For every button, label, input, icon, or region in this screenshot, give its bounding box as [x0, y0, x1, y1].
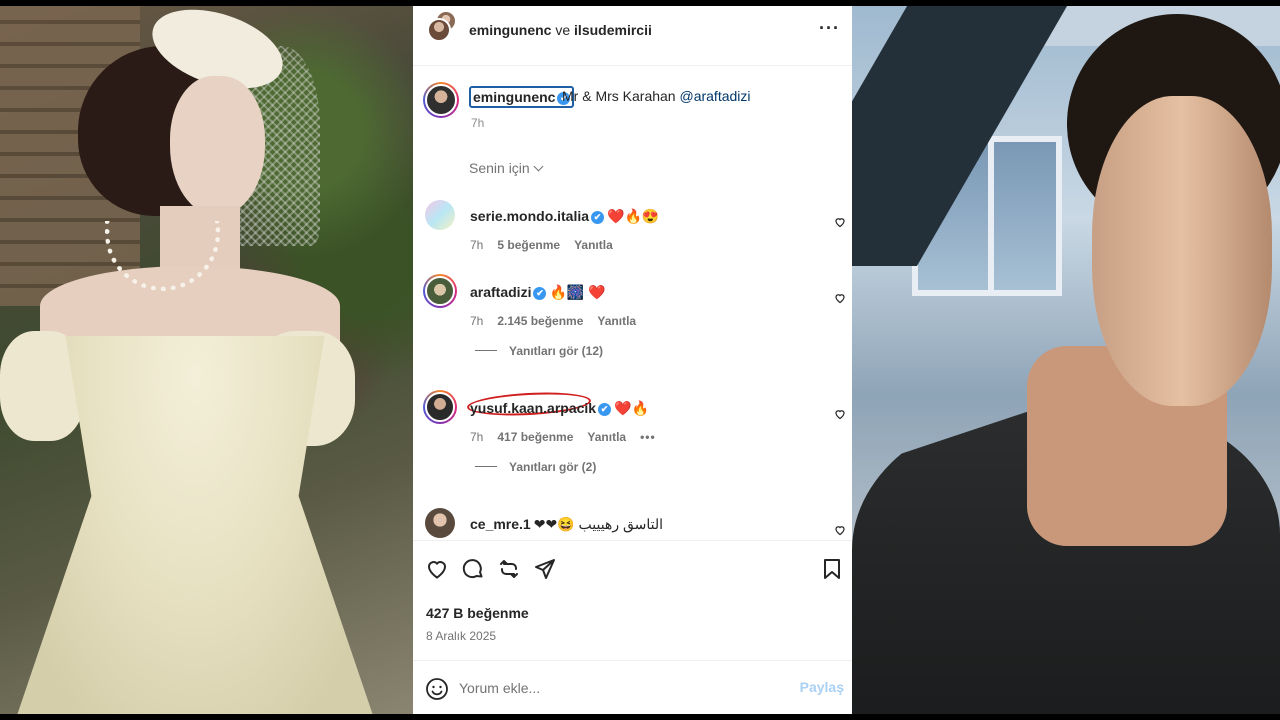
avatar[interactable] — [423, 390, 457, 424]
comment-sort-dropdown[interactable]: Senin için — [469, 160, 544, 176]
chevron-down-icon — [533, 161, 544, 172]
caption-time: 7h — [471, 116, 485, 130]
instagram-post-panel: emingunenc ve ilsudemircii ··· emingunen… — [413, 6, 852, 714]
heart-icon[interactable] — [834, 216, 846, 228]
comment-meta: 7h 5 beğenme Yanıtla — [470, 238, 613, 252]
comment-more-icon[interactable]: ••• — [640, 430, 656, 444]
caption-username[interactable]: emingunenc ✔ — [469, 86, 575, 108]
author-connector: ve — [555, 22, 571, 38]
post-actions: 427 B beğenme 8 Aralık 2025 — [413, 540, 852, 670]
comment-meta: 7h 417 beğenme Yanıtla ••• — [470, 430, 656, 444]
heart-icon[interactable] — [834, 408, 846, 420]
comment-username[interactable]: serie.mondo.italia ✔ ❤️🔥😍 — [470, 208, 659, 225]
bookmark-icon[interactable] — [820, 557, 844, 581]
reply-button[interactable]: Yanıtla — [587, 430, 626, 444]
heart-icon[interactable] — [425, 557, 449, 581]
comment-item: araftadizi ✔ 🔥🎆 ❤️ 7h 2.145 beğenme Yanıtla — [413, 274, 852, 334]
comment-list: serie.mondo.italia ✔ ❤️🔥😍 7h 5 beğenme Yanıt… — [413, 186, 852, 540]
reply-button[interactable]: Yanıtla — [597, 314, 636, 328]
comment-username[interactable]: araftadizi ✔ 🔥🎆 ❤️ — [470, 284, 606, 301]
comment-text: ❤️🔥😍 — [607, 208, 660, 224]
likes-count[interactable]: 427 B beğenme — [426, 605, 529, 621]
comment-meta: 7h 2.145 beğenme Yanıtla — [470, 314, 637, 328]
more-horizontal-icon[interactable]: ··· — [819, 18, 840, 39]
comment-username[interactable]: yusuf.kaan.arpacik ✔ ❤️🔥 — [470, 400, 649, 417]
post-authors[interactable]: emingunenc ve ilsudemircii — [469, 22, 652, 38]
heart-icon[interactable] — [834, 292, 846, 304]
comment-likes[interactable]: 5 beğenme — [497, 238, 560, 252]
comment-item: ce_mre.1 ❤❤😆 التاسق رهيييب — [413, 506, 852, 540]
comment-likes[interactable]: 417 beğenme — [497, 430, 573, 444]
comment-composer: Paylaş — [413, 660, 852, 714]
comment-input[interactable] — [459, 675, 789, 701]
emoji-icon[interactable] — [425, 677, 449, 701]
author-username[interactable]: emingunenc — [469, 22, 551, 38]
comment-item: yusuf.kaan.arpacik ✔ ❤️🔥 7h 417 beğenme Yanı… — [413, 389, 852, 450]
reply-button[interactable]: Yanıtla — [574, 238, 613, 252]
post-comment-button[interactable]: Paylaş — [800, 679, 844, 695]
avatar[interactable] — [423, 274, 457, 308]
avatar[interactable] — [425, 200, 455, 230]
view-replies-button[interactable]: Yanıtları gör (12) — [475, 344, 603, 358]
view-replies-button[interactable]: Yanıtları gör (2) — [475, 460, 596, 474]
verified-badge-icon: ✔ — [598, 403, 612, 416]
comment-text: 🔥🎆 ❤️ — [549, 284, 606, 300]
video-frame: emingunenc ve ilsudemircii ··· emingunen… — [0, 0, 1280, 720]
comment-icon[interactable] — [461, 557, 485, 581]
post-header: emingunenc ve ilsudemircii ··· — [413, 6, 852, 66]
comment-username[interactable]: ce_mre.1 ❤❤😆 التاسق رهيييب — [470, 516, 663, 533]
heart-icon[interactable] — [834, 524, 846, 536]
bride-photo — [0, 6, 413, 714]
comment-text: ❤❤😆 التاسق رهيييب — [533, 516, 664, 532]
post-date: 8 Aralık 2025 — [426, 629, 497, 643]
groom-photo — [852, 6, 1280, 714]
author-username[interactable]: ilsudemircii — [574, 22, 652, 38]
avatar[interactable] — [425, 508, 455, 538]
caption-text: Mr & Mrs Karahan @araftadizi — [562, 88, 751, 104]
verified-badge-icon: ✔ — [591, 211, 605, 224]
share-icon[interactable] — [533, 557, 557, 581]
avatar[interactable] — [423, 82, 459, 118]
mention-link[interactable]: @araftadizi — [679, 88, 750, 104]
avatar[interactable] — [427, 18, 451, 42]
comment-likes[interactable]: 2.145 beğenme — [497, 314, 583, 328]
repost-icon[interactable] — [497, 557, 521, 581]
comment-item: serie.mondo.italia ✔ ❤️🔥😍 7h 5 beğenme Yanıt… — [413, 198, 852, 258]
verified-badge-icon: ✔ — [533, 287, 547, 300]
comment-text: ❤️🔥 — [614, 400, 649, 416]
